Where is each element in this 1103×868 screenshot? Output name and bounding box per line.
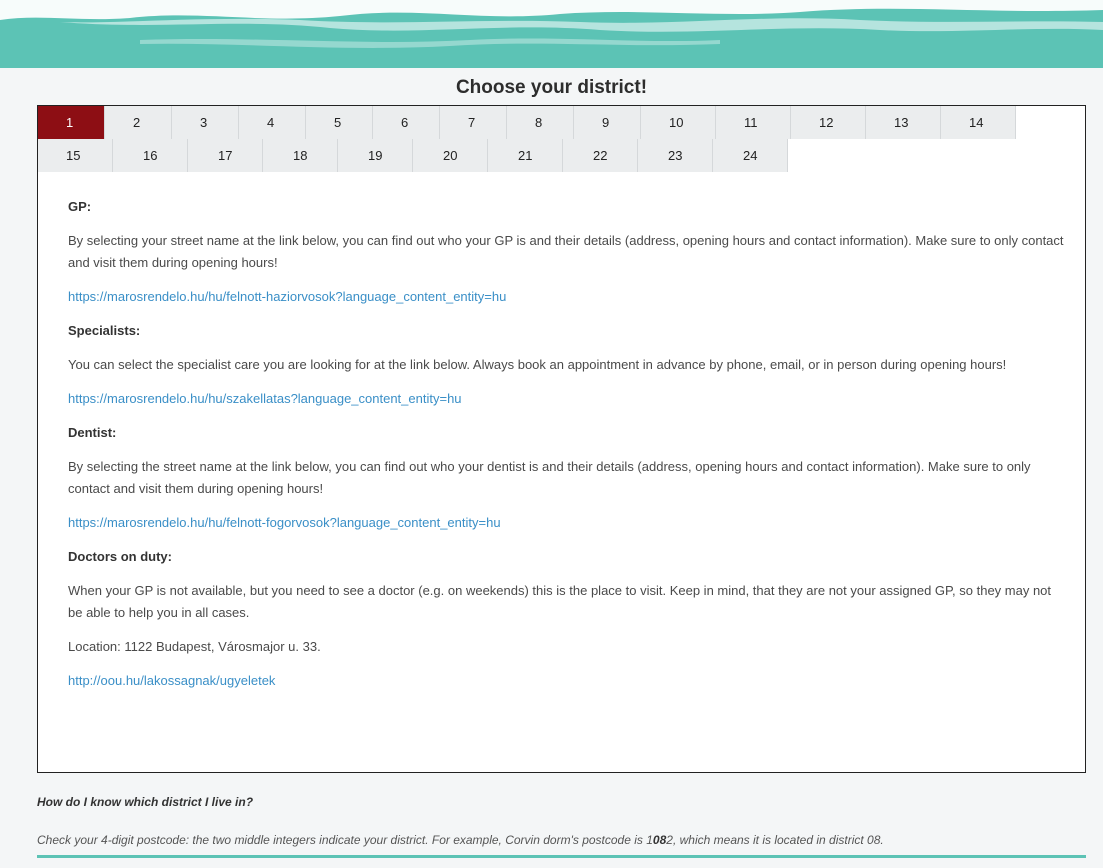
page-title: Choose your district! bbox=[455, 77, 648, 98]
tab-district-11[interactable]: 11 bbox=[716, 106, 791, 139]
faq-postcode-last: 2 bbox=[666, 833, 673, 847]
dentist-text: By selecting the street name at the link… bbox=[68, 459, 1031, 496]
tab-district-1[interactable]: 1 bbox=[38, 106, 105, 139]
tab-district-6[interactable]: 6 bbox=[373, 106, 440, 139]
on-duty-link[interactable]: http://oou.hu/lakossagnak/ugyeletek bbox=[68, 670, 1068, 692]
tab-district-7[interactable]: 7 bbox=[440, 106, 507, 139]
tab-district-10[interactable]: 10 bbox=[641, 106, 716, 139]
faq-answer-suffix: , which means it is located in district … bbox=[672, 833, 884, 847]
tab-district-5[interactable]: 5 bbox=[306, 106, 373, 139]
faq-answer: Check your 4-digit postcode: the two mid… bbox=[37, 833, 1086, 847]
tab-district-21[interactable]: 21 bbox=[488, 139, 563, 172]
tab-district-9[interactable]: 9 bbox=[574, 106, 641, 139]
gp-link[interactable]: https://marosrendelo.hu/hu/felnott-hazio… bbox=[68, 286, 1068, 308]
on-duty-location: Location: 1122 Budapest, Városmajor u. 3… bbox=[68, 639, 321, 654]
faq-postcode-highlight: 08 bbox=[652, 833, 667, 847]
on-duty-heading: Doctors on duty: bbox=[68, 549, 172, 564]
tab-district-2[interactable]: 2 bbox=[105, 106, 172, 139]
gp-heading: GP: bbox=[68, 199, 92, 214]
bottom-divider bbox=[37, 855, 1086, 858]
district-tabs-row-1: 1 2 3 4 5 6 7 8 9 10 11 12 13 14 bbox=[38, 106, 1016, 139]
specialists-link[interactable]: https://marosrendelo.hu/hu/szakellatas?l… bbox=[68, 388, 1068, 410]
on-duty-text: When your GP is not available, but you n… bbox=[68, 583, 1052, 620]
tab-district-23[interactable]: 23 bbox=[638, 139, 713, 172]
tab-district-16[interactable]: 16 bbox=[113, 139, 188, 172]
tab-district-8[interactable]: 8 bbox=[507, 106, 574, 139]
gp-text: By selecting your street name at the lin… bbox=[68, 233, 1064, 270]
tab-district-22[interactable]: 22 bbox=[563, 139, 638, 172]
tab-district-4[interactable]: 4 bbox=[239, 106, 306, 139]
dentist-heading: Dentist: bbox=[68, 425, 117, 440]
faq-question: How do I know which district I live in? bbox=[37, 795, 254, 809]
tab-district-20[interactable]: 20 bbox=[413, 139, 488, 172]
tab-district-3[interactable]: 3 bbox=[172, 106, 239, 139]
header-banner bbox=[0, 0, 1103, 68]
specialists-text: You can select the specialist care you a… bbox=[68, 357, 1007, 372]
tab-district-14[interactable]: 14 bbox=[941, 106, 1016, 139]
dentist-link[interactable]: https://marosrendelo.hu/hu/felnott-fogor… bbox=[68, 512, 1068, 534]
specialists-heading: Specialists: bbox=[68, 323, 141, 338]
tab-district-12[interactable]: 12 bbox=[791, 106, 866, 139]
tab-district-17[interactable]: 17 bbox=[188, 139, 263, 172]
district-panel: 1 2 3 4 5 6 7 8 9 10 11 12 13 14 15 16 1… bbox=[37, 105, 1086, 773]
tab-district-18[interactable]: 18 bbox=[263, 139, 338, 172]
tab-district-24[interactable]: 24 bbox=[713, 139, 788, 172]
faq-postcode-first: 1 bbox=[646, 833, 653, 847]
tab-district-15[interactable]: 15 bbox=[38, 139, 113, 172]
district-tabs-row-2: 15 16 17 18 19 20 21 22 23 24 bbox=[38, 139, 788, 172]
district-content: GP: By selecting your street name at the… bbox=[68, 196, 1068, 704]
tab-district-13[interactable]: 13 bbox=[866, 106, 941, 139]
faq-answer-prefix: Check your 4-digit postcode: the two mid… bbox=[37, 833, 647, 847]
tab-district-19[interactable]: 19 bbox=[338, 139, 413, 172]
brush-stroke-decoration bbox=[0, 0, 1103, 68]
